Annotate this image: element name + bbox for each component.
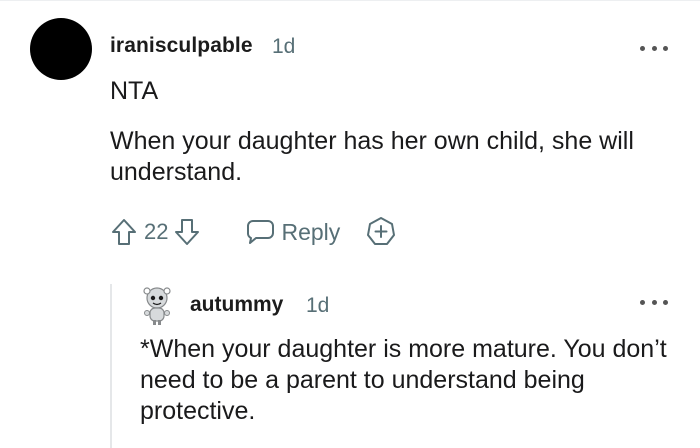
comment-thread: iranisculpable 1d NTA When your daughter…	[0, 0, 700, 448]
reply-body: *When your daughter is more mature. You …	[140, 335, 667, 425]
upvote-button[interactable]	[110, 217, 138, 247]
downvote-arrow-icon	[175, 219, 200, 245]
award-button[interactable]	[364, 215, 398, 249]
vote-score: 22	[144, 219, 169, 244]
thread-line[interactable]	[110, 284, 112, 448]
snoo-avatar-icon	[143, 287, 171, 325]
comment-body: When your daughter has her own child, sh…	[110, 127, 634, 186]
more-options-icon[interactable]	[640, 294, 668, 310]
more-options-icon[interactable]	[640, 40, 668, 56]
award-plus-icon	[367, 217, 396, 245]
reply-username[interactable]: autummy	[190, 293, 283, 317]
user-avatar[interactable]	[30, 18, 92, 80]
snoo-avatar[interactable]	[138, 286, 176, 326]
upvote-arrow-icon	[112, 219, 136, 245]
downvote-button[interactable]	[173, 217, 201, 247]
comment-verdict: NTA	[110, 77, 159, 105]
comment-actions: 22 Reply	[110, 214, 398, 250]
comment-username[interactable]: iranisculpable	[110, 34, 253, 58]
reply-label: Reply	[281, 218, 341, 245]
comment-age: 1d	[272, 35, 296, 58]
reply-button[interactable]: Reply	[245, 218, 340, 246]
reply-age: 1d	[306, 294, 330, 317]
speech-bubble-icon	[247, 220, 275, 244]
